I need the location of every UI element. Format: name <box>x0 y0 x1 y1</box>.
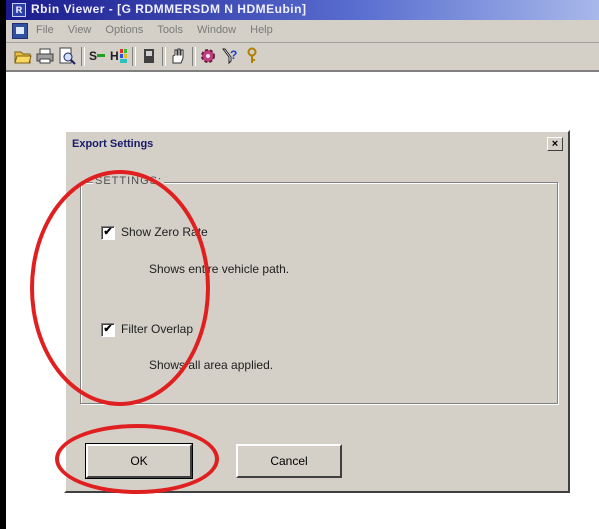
filter-overlap-checkbox[interactable]: ✔ <box>101 323 115 337</box>
toolbar-separator <box>81 47 85 66</box>
svg-text:H: H <box>110 49 119 63</box>
print-preview-icon[interactable] <box>58 47 76 65</box>
document-icon[interactable] <box>12 23 28 39</box>
menu-window[interactable]: Window <box>197 24 236 36</box>
window-title: Rbin Viewer - [G RDMMERSDM N HDMEubin] <box>31 2 307 16</box>
cancel-button[interactable]: Cancel <box>236 444 342 478</box>
app-icon[interactable]: R <box>12 3 26 17</box>
dialog-title: Export Settings <box>72 138 154 150</box>
close-icon[interactable]: × <box>547 137 563 151</box>
toolbar-separator <box>192 47 196 66</box>
title-bar[interactable]: R Rbin Viewer - [G RDMMERSDM N HDMEubin] <box>6 0 599 20</box>
export-settings-dialog: Export Settings × SETTINGS: ✔ Show Zero … <box>64 130 570 493</box>
help-icon[interactable]: ? <box>221 47 239 65</box>
dialog-title-bar[interactable]: Export Settings × <box>68 134 566 154</box>
toolbar-separator <box>132 47 136 66</box>
menu-file[interactable]: File <box>36 24 54 36</box>
toolbar-separator <box>162 47 166 66</box>
show-zero-rate-description: Shows entire vehicle path. <box>149 262 290 276</box>
show-zero-rate-label[interactable]: Show Zero Rate <box>121 225 208 239</box>
menu-view[interactable]: View <box>68 24 92 36</box>
tool-book-icon[interactable] <box>140 47 158 65</box>
show-zero-rate-checkbox[interactable]: ✔ <box>101 226 115 240</box>
open-folder-icon[interactable] <box>14 47 32 65</box>
filter-overlap-label[interactable]: Filter Overlap <box>121 322 193 336</box>
menu-help[interactable]: Help <box>250 24 273 36</box>
svg-text:?: ? <box>230 48 237 62</box>
gear-icon[interactable] <box>199 47 217 65</box>
tool-s-icon[interactable]: S <box>88 47 106 65</box>
menu-tools[interactable]: Tools <box>157 24 183 36</box>
toolbar: S H ? <box>6 43 599 72</box>
key-icon[interactable] <box>243 47 261 65</box>
print-icon[interactable] <box>36 47 54 65</box>
tool-h-icon[interactable]: H <box>110 47 128 65</box>
ok-button[interactable]: OK <box>85 443 193 479</box>
settings-group-label: SETTINGS: <box>93 175 165 187</box>
filter-overlap-description: Shows all area applied. <box>149 358 274 372</box>
menu-options[interactable]: Options <box>105 24 143 36</box>
settings-group: SETTINGS: ✔ Show Zero Rate Shows entire … <box>80 175 558 404</box>
menu-bar: File View Options Tools Window Help <box>6 20 599 43</box>
svg-text:S: S <box>89 49 97 63</box>
hand-icon[interactable] <box>169 47 187 65</box>
